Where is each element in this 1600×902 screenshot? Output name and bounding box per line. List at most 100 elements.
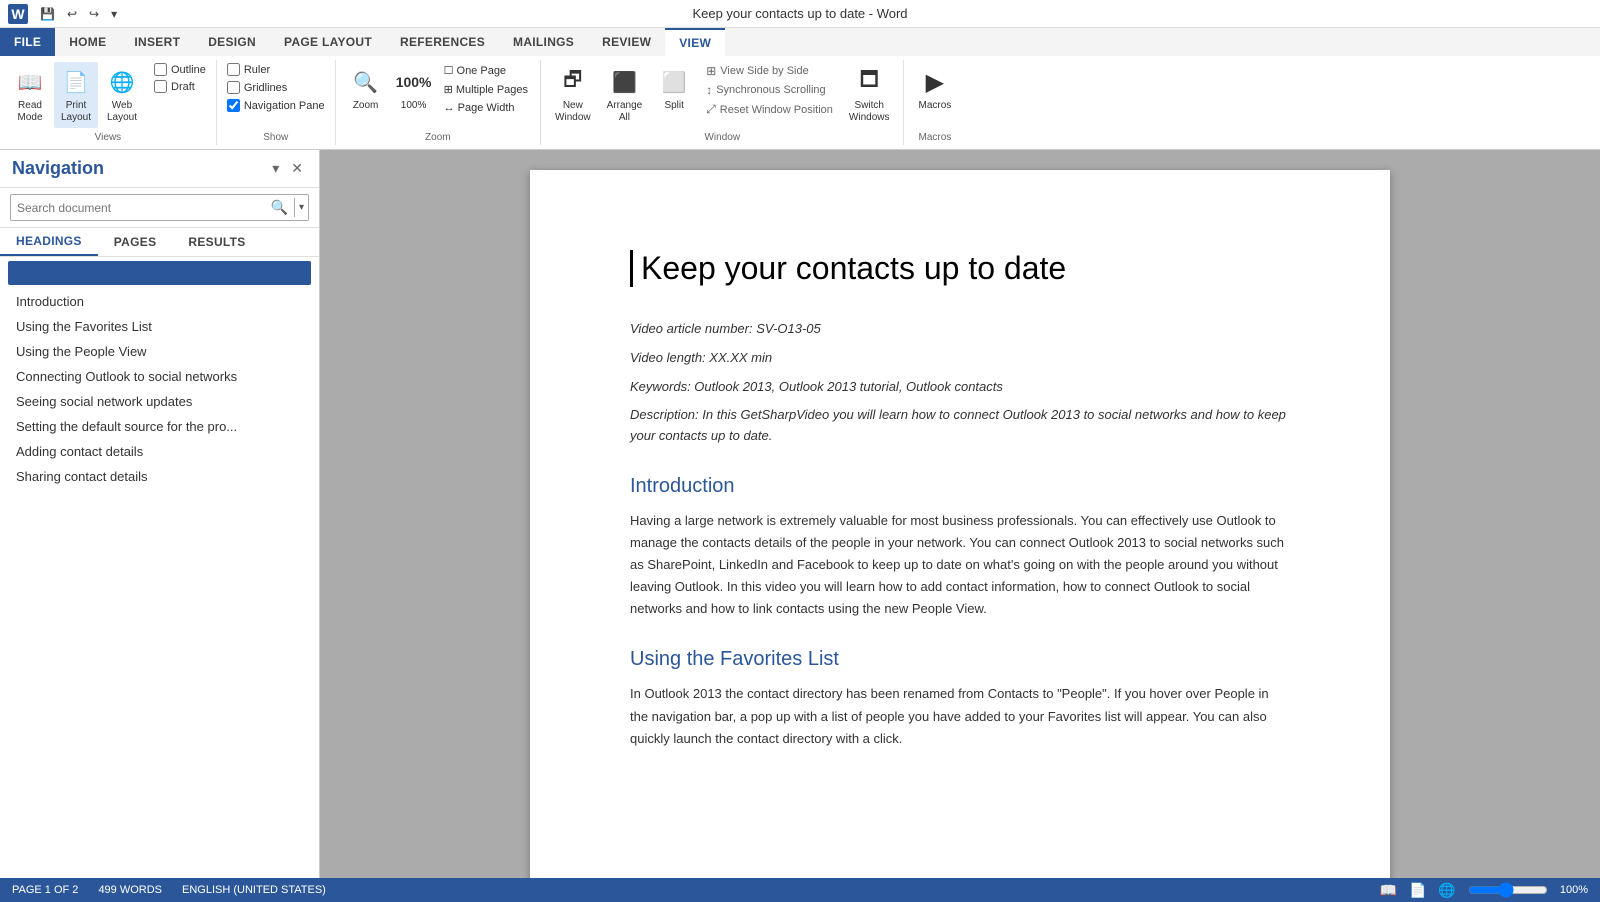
- heading-adding[interactable]: Adding contact details: [8, 439, 311, 464]
- outline-check[interactable]: [154, 63, 167, 76]
- web-layout-button[interactable]: 🌐 WebLayout: [100, 62, 144, 128]
- zoom-100-icon: 100%: [398, 66, 430, 98]
- switch-windows-label: SwitchWindows: [849, 100, 890, 124]
- switch-windows-button[interactable]: 🗖 SwitchWindows: [843, 62, 896, 128]
- arrange-all-label: ArrangeAll: [607, 100, 643, 124]
- nav-pane-checkbox[interactable]: Navigation Pane: [225, 98, 327, 113]
- tab-file[interactable]: FILE: [0, 28, 55, 56]
- search-input[interactable]: [11, 197, 265, 219]
- nav-tabs: HEADINGS PAGES RESULTS: [0, 228, 319, 257]
- tab-pages[interactable]: PAGES: [98, 228, 173, 256]
- nav-close-button[interactable]: ✕: [287, 158, 307, 179]
- read-mode-button[interactable]: 📖 ReadMode: [8, 62, 52, 128]
- gridlines-check[interactable]: [227, 81, 240, 94]
- page-width-button[interactable]: ↔ Page Width: [440, 100, 532, 116]
- new-window-button[interactable]: 🗗 NewWindow: [549, 62, 597, 128]
- new-window-label: NewWindow: [555, 100, 591, 124]
- tab-page-layout[interactable]: PAGE LAYOUT: [270, 28, 386, 56]
- tab-headings[interactable]: HEADINGS: [0, 228, 98, 256]
- heading-setting[interactable]: Setting the default source for the pro..…: [8, 414, 311, 439]
- nav-header: Navigation ▾ ✕: [0, 150, 319, 188]
- sync-scrolling-icon: ↕: [706, 83, 712, 97]
- search-input-wrap: 🔍 ▾: [10, 194, 309, 221]
- view-print-layout-status[interactable]: 📄: [1409, 882, 1426, 899]
- draft-checkbox[interactable]: Draft: [152, 79, 208, 94]
- macros-group-items: ▶ Macros: [912, 60, 957, 130]
- heading-sharing[interactable]: Sharing contact details: [8, 464, 311, 489]
- heading-introduction[interactable]: Introduction: [8, 289, 311, 314]
- zoom-label: Zoom: [353, 100, 379, 111]
- tab-design[interactable]: DESIGN: [194, 28, 270, 56]
- views-group-label: Views: [8, 130, 208, 145]
- read-mode-label: ReadMode: [17, 100, 42, 124]
- save-button[interactable]: 💾: [36, 5, 59, 23]
- customize-qat-button[interactable]: ▾: [107, 5, 121, 23]
- sync-scrolling-button[interactable]: ↕ Synchronous Scrolling: [700, 81, 839, 99]
- view-read-mode-status[interactable]: 📖: [1380, 882, 1397, 899]
- heading-seeing[interactable]: Seeing social network updates: [8, 389, 311, 414]
- reset-window-button[interactable]: ⤢ Reset Window Position: [700, 100, 839, 119]
- reset-window-icon: ⤢: [706, 102, 716, 117]
- one-page-button[interactable]: ☐ One Page: [440, 62, 532, 79]
- zoom-slider[interactable]: [1468, 882, 1548, 898]
- document-page: Keep your contacts up to date Video arti…: [530, 170, 1390, 878]
- tab-results[interactable]: RESULTS: [172, 228, 261, 256]
- status-page: PAGE 1 OF 2: [12, 884, 78, 896]
- heading-connecting[interactable]: Connecting Outlook to social networks: [8, 364, 311, 389]
- tab-home[interactable]: HOME: [55, 28, 120, 56]
- switch-windows-icon: 🗖: [853, 66, 885, 98]
- split-label: Split: [664, 100, 683, 112]
- multiple-pages-button[interactable]: ⊞ Multiple Pages: [440, 81, 532, 98]
- zoom-100-button[interactable]: 100% 100%: [392, 62, 436, 115]
- macros-icon: ▶: [919, 66, 951, 98]
- macros-group-label: Macros: [912, 130, 957, 145]
- window-title: Keep your contacts up to date - Word: [692, 6, 907, 21]
- web-layout-label: WebLayout: [107, 100, 137, 124]
- ruler-checkbox[interactable]: Ruler: [225, 62, 327, 77]
- macros-button[interactable]: ▶ Macros: [912, 62, 957, 115]
- macros-label: Macros: [918, 100, 951, 111]
- nav-collapse-button[interactable]: ▾: [268, 158, 283, 179]
- status-words: 499 WORDS: [98, 884, 162, 896]
- print-layout-button[interactable]: 📄 PrintLayout: [54, 62, 98, 128]
- nav-controls: ▾ ✕: [268, 158, 307, 179]
- gridlines-checkbox[interactable]: Gridlines: [225, 80, 327, 95]
- print-layout-icon: 📄: [60, 66, 92, 98]
- split-button[interactable]: ⬜ Split: [652, 62, 696, 116]
- search-options-button[interactable]: ▾: [294, 198, 308, 217]
- document-area[interactable]: Keep your contacts up to date Video arti…: [320, 150, 1600, 878]
- zoom-group-items: 🔍 Zoom 100% 100% ☐ One Page ⊞ Multiple P…: [344, 60, 532, 130]
- undo-button[interactable]: ↩: [63, 5, 81, 23]
- heading-favorites[interactable]: Using the Favorites List: [8, 314, 311, 339]
- zoom-percentage: 100%: [1560, 884, 1588, 896]
- heading-people-view[interactable]: Using the People View: [8, 339, 311, 364]
- tab-insert[interactable]: INSERT: [120, 28, 194, 56]
- redo-button[interactable]: ↪: [85, 5, 103, 23]
- view-side-by-side-button[interactable]: ⊞ View Side by Side: [700, 62, 839, 80]
- quick-access-toolbar: 💾 ↩ ↪ ▾: [36, 5, 121, 23]
- zoom-group-label: Zoom: [344, 130, 532, 145]
- views-group-items: 📖 ReadMode 📄 PrintLayout 🌐 WebLayout Out: [8, 60, 208, 130]
- main-layout: Navigation ▾ ✕ 🔍 ▾ HEADINGS PAGES RESULT…: [0, 150, 1600, 878]
- outline-checkbox[interactable]: Outline: [152, 62, 208, 77]
- section-title-introduction: Introduction: [630, 475, 1290, 498]
- view-web-layout-status[interactable]: 🌐: [1438, 882, 1455, 899]
- nav-pane-check[interactable]: [227, 99, 240, 112]
- arrange-all-button[interactable]: ⬛ ArrangeAll: [601, 62, 649, 128]
- doc-article-number: Video article number: SV-O13-05: [630, 319, 1290, 340]
- tab-review[interactable]: REVIEW: [588, 28, 665, 56]
- tab-view[interactable]: VIEW: [665, 28, 725, 56]
- window-group: 🗗 NewWindow ⬛ ArrangeAll ⬜ Split ⊞ View …: [541, 60, 904, 145]
- ribbon-content: 📖 ReadMode 📄 PrintLayout 🌐 WebLayout Out: [0, 56, 1600, 149]
- window-stacked-buttons: ⊞ View Side by Side ↕ Synchronous Scroll…: [700, 62, 839, 119]
- tab-references[interactable]: REFERENCES: [386, 28, 499, 56]
- title-bar-logo: W 💾 ↩ ↪ ▾: [8, 4, 121, 24]
- draft-check[interactable]: [154, 80, 167, 93]
- tab-mailings[interactable]: MAILINGS: [499, 28, 588, 56]
- doc-description: Description: In this GetSharpVideo you w…: [630, 405, 1290, 447]
- zoom-button[interactable]: 🔍 Zoom: [344, 62, 388, 115]
- new-window-icon: 🗗: [557, 66, 589, 98]
- ribbon: FILE HOME INSERT DESIGN PAGE LAYOUT REFE…: [0, 28, 1600, 150]
- ruler-check[interactable]: [227, 63, 240, 76]
- search-button[interactable]: 🔍: [265, 195, 294, 220]
